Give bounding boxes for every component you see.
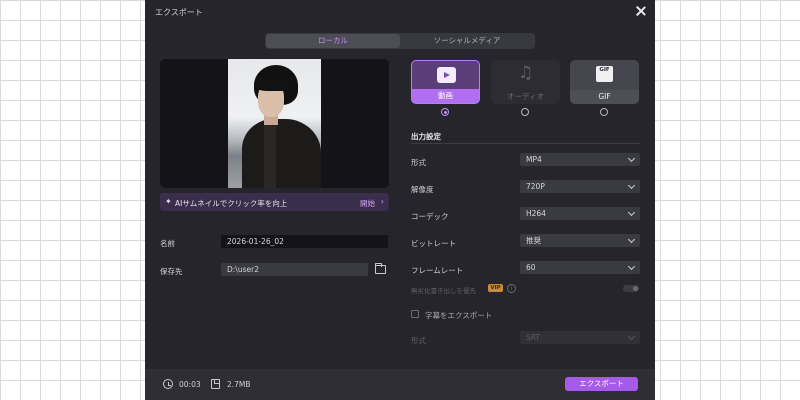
video-icon	[437, 67, 456, 83]
resolution-value: 720P	[526, 182, 545, 191]
export-subtitles-label: 字幕をエクスポート	[425, 311, 493, 320]
bitrate-label: ビットレート	[411, 239, 456, 248]
format-gif-label: GIF	[570, 90, 639, 104]
title-bar: エクスポート	[145, 0, 655, 24]
save-path-input[interactable]: D:\user2	[221, 263, 368, 276]
radio-gif[interactable]	[600, 108, 608, 116]
format-audio-label: オーディオ	[507, 92, 544, 101]
subtitle-format-value: SRT	[526, 333, 541, 342]
tab-social-media[interactable]: ソーシャルメディア	[400, 34, 534, 48]
chevron-down-icon	[627, 235, 636, 244]
ai-start-link[interactable]: 開始	[360, 198, 375, 209]
codec-label: コーデック	[411, 212, 449, 221]
folder-icon[interactable]	[374, 263, 386, 274]
vip-badge: VIP	[488, 284, 503, 292]
format-select[interactable]: MP4	[520, 153, 640, 166]
subtitle-format-select[interactable]: SRT	[520, 331, 640, 344]
export-subtitles-checkbox[interactable]	[411, 310, 419, 318]
ai-thumbnail-text: AIサムネイルでクリック率を向上	[175, 199, 288, 208]
frame-rate-select[interactable]: 60	[520, 261, 640, 274]
format-audio-card[interactable]: ♫ オーディオ	[491, 60, 560, 104]
lossless-export-toggle[interactable]	[623, 285, 639, 292]
resolution-label: 解像度	[411, 185, 434, 194]
video-preview	[160, 59, 389, 188]
format-gif-card[interactable]: GIF GIF	[570, 60, 639, 104]
music-note-icon: ♫	[518, 63, 534, 83]
sparkle-icon: ✦	[165, 197, 172, 206]
lossless-export-label: 無劣化書き出しを優先	[411, 287, 476, 295]
export-dialog: エクスポート ローカル ソーシャルメディア ✦ AIサムネイルでクリック率を向上…	[145, 0, 655, 400]
destination-tabs: ローカル ソーシャルメディア	[265, 33, 535, 49]
chevron-down-icon	[627, 332, 636, 341]
preview-thumbnail	[228, 59, 321, 188]
info-icon[interactable]: i	[507, 284, 516, 293]
bitrate-value: 推奨	[526, 236, 541, 245]
export-button[interactable]: エクスポート	[565, 377, 638, 391]
format-value: MP4	[526, 155, 542, 164]
radio-audio[interactable]	[521, 108, 529, 116]
clock-icon	[163, 379, 173, 389]
ai-thumbnail-banner[interactable]: ✦ AIサムネイルでクリック率を向上 開始 ›	[160, 193, 389, 211]
format-video-label: 動画	[412, 89, 479, 103]
resolution-select[interactable]: 720P	[520, 180, 640, 193]
format-label: 形式	[411, 158, 426, 167]
chevron-down-icon	[627, 208, 636, 217]
name-label: 名前	[160, 239, 175, 248]
frame-rate-label: フレームレート	[411, 266, 464, 275]
radio-video[interactable]	[441, 108, 449, 116]
file-name-input[interactable]: 2026-01-26_02	[221, 235, 388, 248]
chevron-down-icon	[627, 154, 636, 163]
gif-icon: GIF	[596, 66, 613, 82]
close-icon[interactable]	[634, 4, 648, 18]
codec-select[interactable]: H264	[520, 207, 640, 220]
footer-bar: 00:03 2.7MB エクスポート	[145, 369, 655, 400]
divider	[411, 143, 640, 144]
tab-local[interactable]: ローカル	[266, 34, 400, 48]
frame-rate-value: 60	[526, 263, 536, 272]
save-location-label: 保存先	[160, 267, 183, 276]
chevron-down-icon	[627, 262, 636, 271]
codec-value: H264	[526, 209, 546, 218]
dialog-title: エクスポート	[155, 8, 203, 17]
subtitle-format-label: 形式	[411, 336, 426, 345]
bitrate-select[interactable]: 推奨	[520, 234, 640, 247]
file-size-icon	[211, 379, 220, 389]
chevron-right-icon: ›	[380, 197, 384, 206]
format-video-card[interactable]: 動画	[411, 60, 480, 104]
chevron-down-icon	[627, 181, 636, 190]
output-settings-title: 出力設定	[411, 132, 441, 141]
file-size-text: 2.7MB	[227, 380, 251, 389]
duration-text: 00:03	[179, 380, 201, 389]
